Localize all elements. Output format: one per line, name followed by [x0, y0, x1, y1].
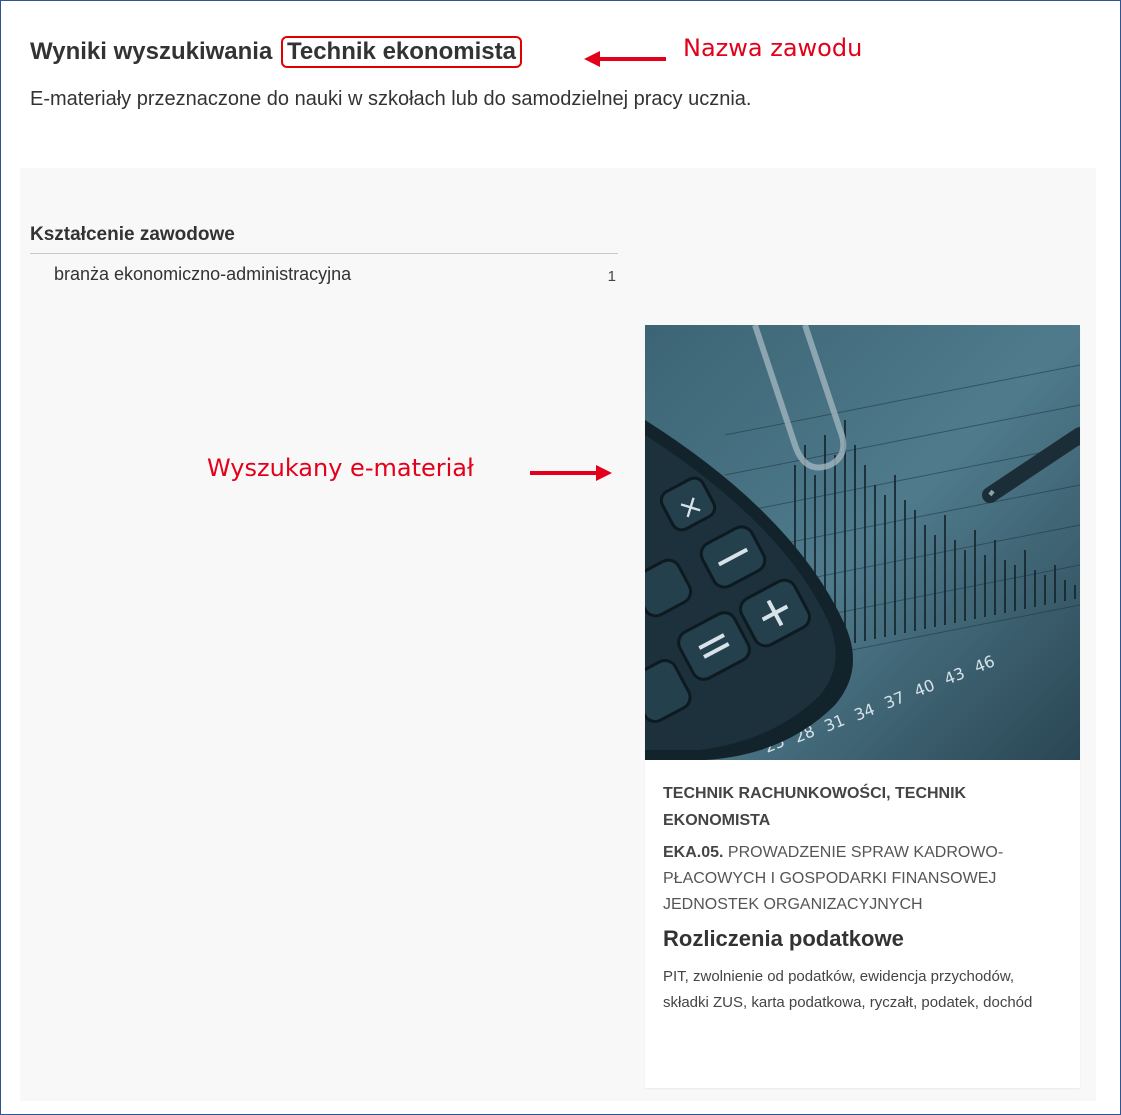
card-professions: TECHNIK RACHUNKOWOŚCI, TECHNIK EKONOMIST…: [663, 785, 967, 829]
results-panel: Kształcenie zawodowe branża ekonomiczno-…: [20, 168, 1096, 1101]
result-card[interactable]: 25 28 31 34 37 40 43 46 ×: [645, 325, 1080, 1088]
annotation-found-material: Wyszukany e-materiał: [207, 454, 474, 482]
filter-item-label: branża ekonomiczno-administracyjna: [54, 264, 352, 284]
page-title-prefix: Wyniki wyszukiwania: [30, 38, 273, 65]
calculator-image: 25 28 31 34 37 40 43 46 ×: [645, 325, 1080, 760]
annotation-arrow-left: [584, 51, 666, 67]
search-query-highlight: Technik ekonomista: [280, 36, 522, 68]
card-qualification: EKA.05. PROWADZENIE SPRAW KADROWO-PŁACOW…: [663, 840, 1063, 918]
filter-group-title: Kształcenie zawodowe: [30, 224, 235, 245]
filter-item-branza[interactable]: branża ekonomiczno-administracyjna 1: [30, 264, 618, 292]
filter-item-count: 1: [607, 268, 616, 285]
page-subtitle: E-materiały przeznaczone do nauki w szko…: [30, 88, 752, 110]
card-body: TECHNIK RACHUNKOWOŚCI, TECHNIK EKONOMIST…: [663, 780, 1063, 1016]
card-title[interactable]: Rozliczenia podatkowe: [663, 926, 1063, 952]
filter-divider: [30, 253, 618, 254]
annotation-profession-name: Nazwa zawodu: [683, 34, 863, 62]
qualification-code: EKA.05.: [663, 844, 724, 861]
page-title: Wyniki wyszukiwania Technik ekonomista: [30, 36, 522, 68]
card-tags: PIT, zwolnienie od podatków, ewidencja p…: [663, 968, 1033, 1011]
calculator-chart-photo-icon: 25 28 31 34 37 40 43 46 ×: [645, 325, 1080, 760]
annotation-arrow-right: [530, 465, 612, 481]
